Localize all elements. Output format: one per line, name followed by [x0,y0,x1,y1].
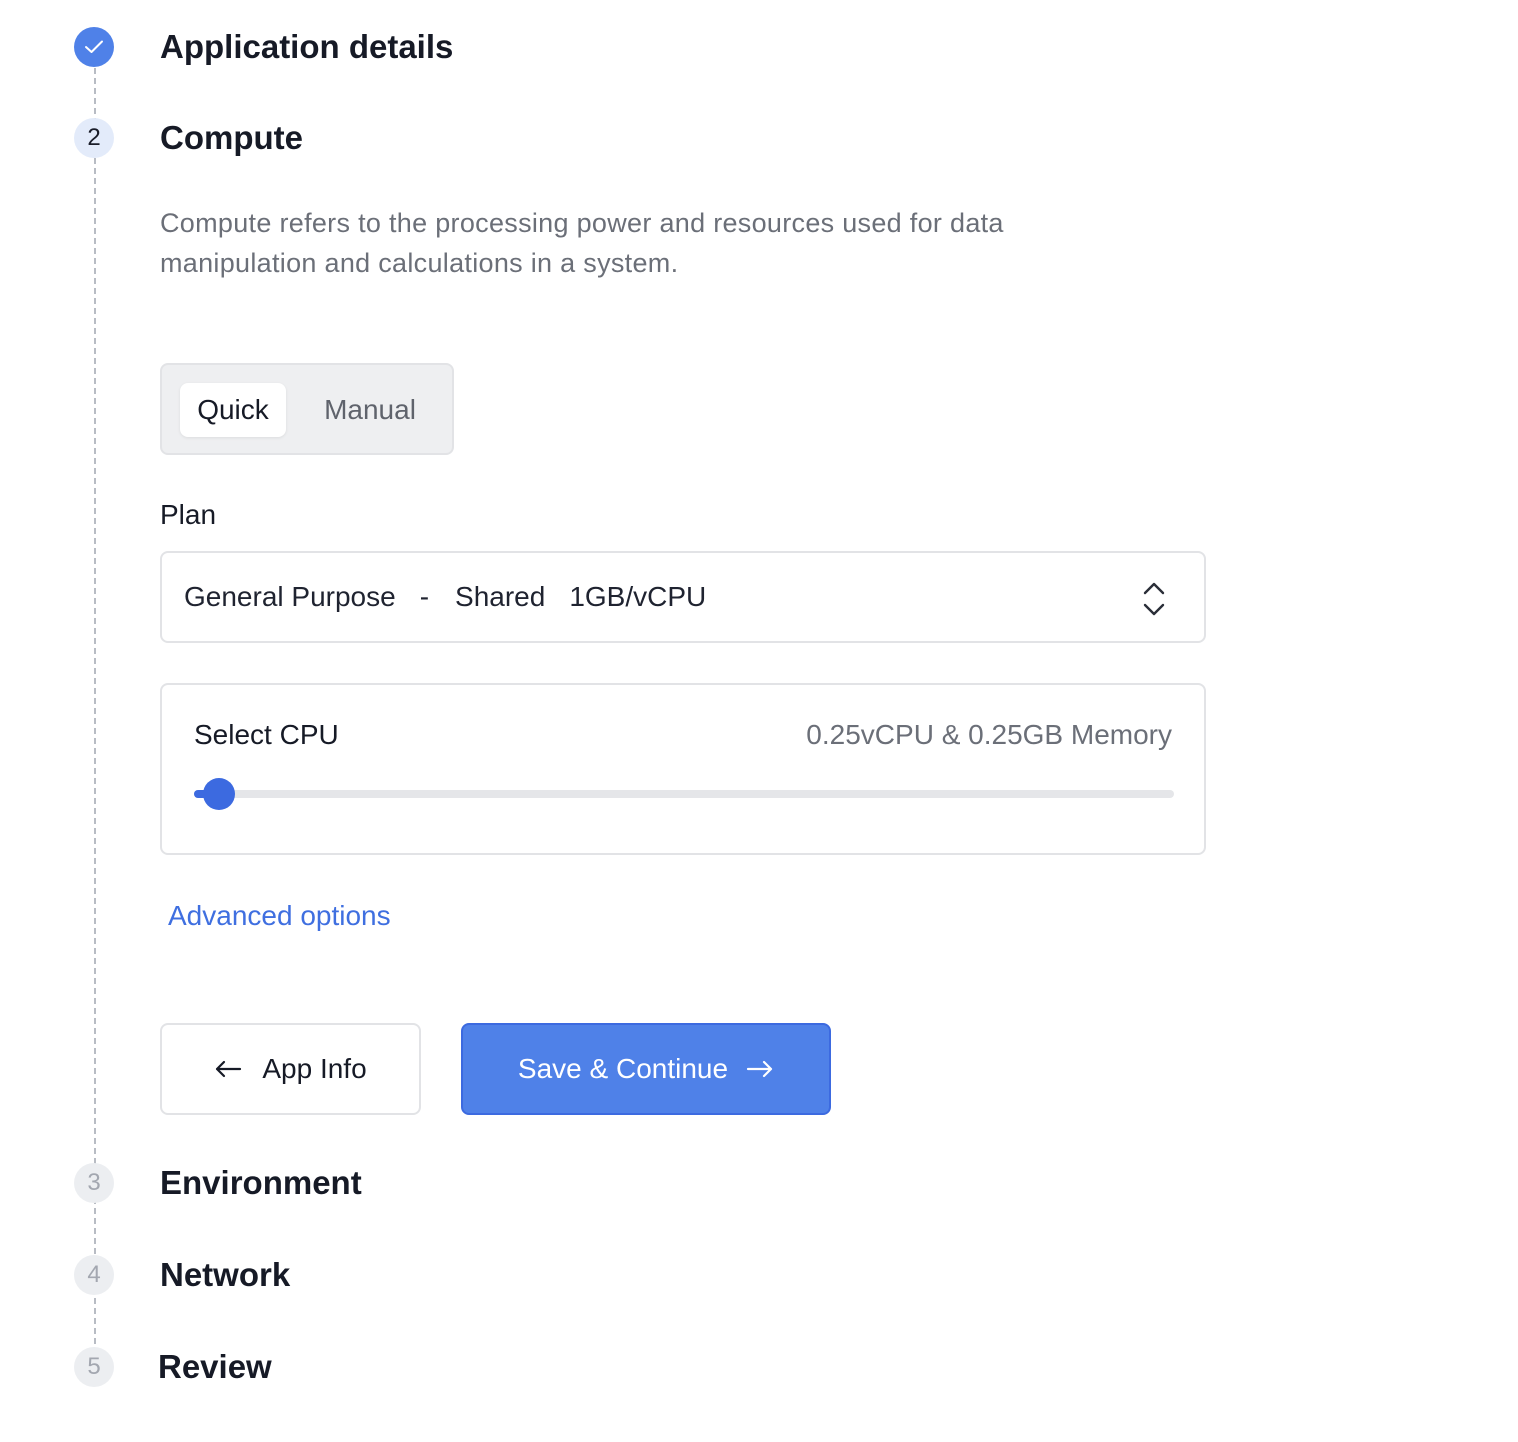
step-4-number-badge: 4 [74,1255,114,1295]
step-title-environment: Environment [160,1164,362,1201]
cpu-selector-card: Select CPU 0.25vCPU & 0.25GB Memory [160,683,1206,855]
stepper-connector-line [94,68,96,1344]
plan-ratio: 1GB/vCPU [569,581,707,612]
check-icon [85,40,103,53]
step-title-review: Review [158,1348,272,1385]
advanced-options-link[interactable]: Advanced options [168,900,391,932]
step-5-number-badge: 5 [74,1347,114,1387]
select-cpu-label: Select CPU [194,719,339,750]
save-continue-label: Save & Continue [517,1053,729,1084]
mode-manual-tab[interactable]: Manual [302,383,438,437]
save-continue-button[interactable]: Save & Continue [461,1023,831,1115]
step-2-number-badge: 2 [74,118,114,158]
plan-select[interactable]: General Purpose - Shared 1GB/vCPU [160,551,1206,643]
plan-select-value: General Purpose - Shared 1GB/vCPU [184,553,706,641]
step-title-application-details[interactable]: Application details [160,27,453,67]
plan-label: Plan [160,499,217,530]
cpu-slider-thumb[interactable] [202,778,235,810]
plan-type: Shared [455,581,546,612]
plan-separator: - [419,581,430,612]
step-1-done-indicator [74,27,114,67]
step-title-network: Network [160,1256,291,1293]
arrow-right-icon [746,1060,773,1078]
back-button-label: App Info [262,1053,367,1084]
cpu-value-readout: 0.25vCPU & 0.25GB Memory [806,719,1172,750]
step-3-number-badge: 3 [74,1163,114,1203]
step-title-compute: Compute [160,119,303,156]
chevron-up-down-icon [1143,582,1165,616]
arrow-left-icon [216,1060,242,1078]
compute-description: Compute refers to the processing power a… [160,208,1004,278]
back-app-info-button[interactable]: App Info [160,1023,421,1115]
compute-mode-toggle: Quick Manual [160,363,454,455]
cpu-slider-track[interactable] [194,778,1174,810]
plan-category: General Purpose [184,581,396,612]
mode-quick-tab[interactable]: Quick [180,383,286,437]
